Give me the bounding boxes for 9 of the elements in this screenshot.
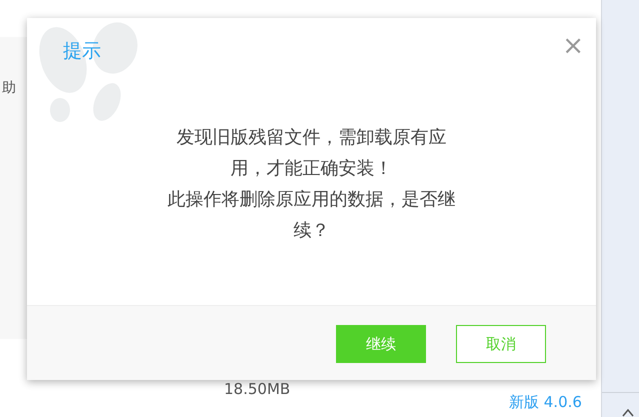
cancel-button[interactable]: 取消 xyxy=(456,325,546,363)
new-version-link[interactable]: 新版 4.0.6 xyxy=(509,393,582,412)
continue-button[interactable]: 继续 xyxy=(336,325,426,363)
caret-icon[interactable] xyxy=(622,409,634,417)
dialog-message: 发现旧版残留文件，需卸载原有应 用，才能正确安装！ 此操作将删除原应用的数据，是否继 续？ xyxy=(166,126,456,243)
file-size-text: 18.50MB xyxy=(224,380,290,398)
dialog-title: 提示 xyxy=(63,39,101,64)
close-button[interactable]: × xyxy=(558,32,588,60)
app-name-text: 助 xyxy=(2,79,16,97)
